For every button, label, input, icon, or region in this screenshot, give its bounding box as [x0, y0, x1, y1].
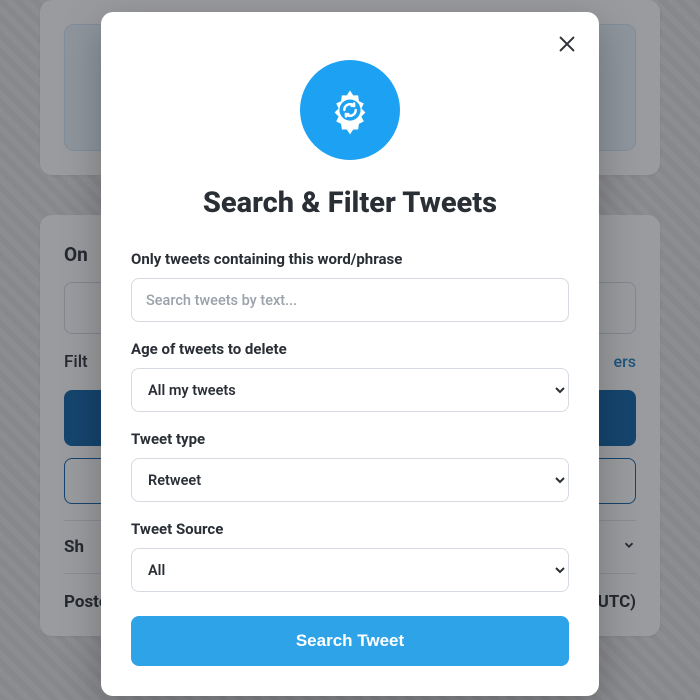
search-filter-modal: Search & Filter Tweets Only tweets conta… [101, 12, 599, 696]
age-label: Age of tweets to delete [131, 340, 569, 358]
tweet-type-select[interactable]: Retweet [131, 458, 569, 502]
word-phrase-label: Only tweets containing this word/phrase [131, 250, 569, 268]
word-phrase-group: Only tweets containing this word/phrase [131, 250, 569, 322]
age-group: Age of tweets to delete All my tweets [131, 340, 569, 412]
modal-title: Search & Filter Tweets [131, 186, 569, 220]
word-phrase-input[interactable] [131, 278, 569, 322]
search-tweet-button[interactable]: Search Tweet [131, 616, 569, 666]
age-select[interactable]: All my tweets [131, 368, 569, 412]
tweet-type-group: Tweet type Retweet [131, 430, 569, 502]
tweet-type-label: Tweet type [131, 430, 569, 448]
close-icon [556, 33, 578, 55]
source-select[interactable]: All [131, 548, 569, 592]
source-label: Tweet Source [131, 520, 569, 538]
source-group: Tweet Source All [131, 520, 569, 592]
hero-icon-circle [300, 60, 400, 160]
gear-sync-icon [324, 84, 376, 136]
close-button[interactable] [553, 30, 581, 58]
